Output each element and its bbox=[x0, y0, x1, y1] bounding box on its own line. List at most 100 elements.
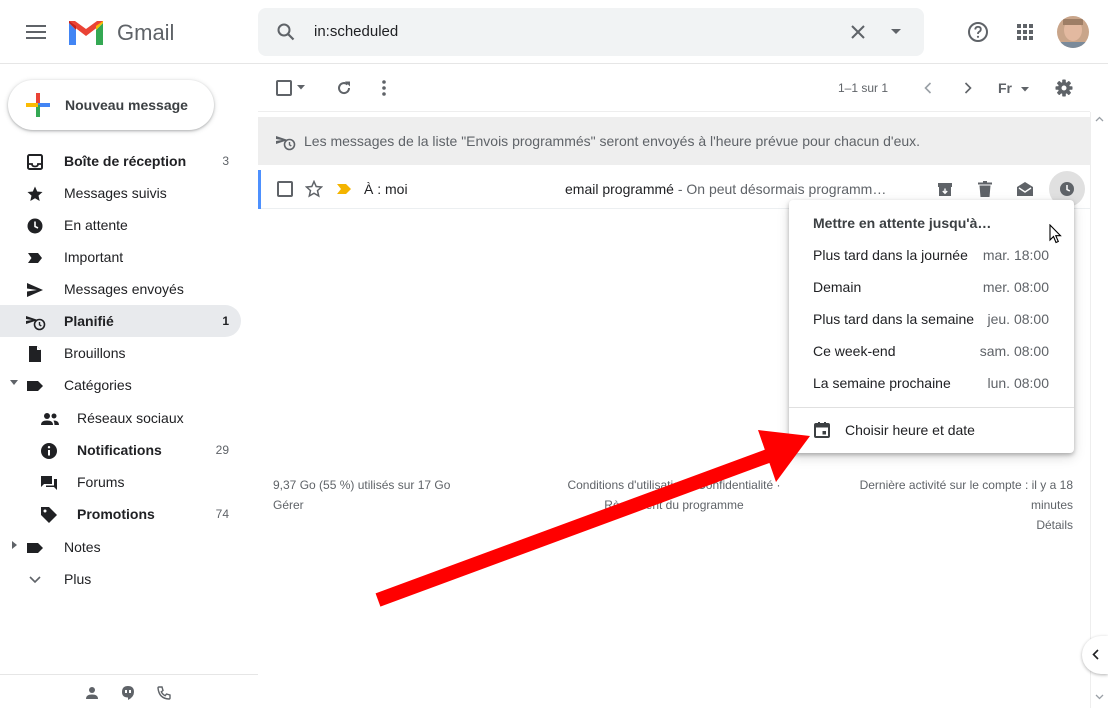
forum-icon bbox=[40, 474, 58, 492]
snooze-option-later-today[interactable]: Plus tard dans la journée mar. 18:00 bbox=[789, 240, 1074, 272]
sidebar-item-inbox[interactable]: Boîte de réception 3 bbox=[0, 145, 241, 177]
scheduled-info-banner: Les messages de la liste "Envois program… bbox=[258, 117, 1090, 165]
menu-divider bbox=[789, 407, 1074, 408]
snooze-option-later-week[interactable]: Plus tard dans la semaine jeu. 08:00 bbox=[789, 304, 1074, 336]
snooze-option-tomorrow[interactable]: Demain mer. 08:00 bbox=[789, 272, 1074, 304]
search-bar[interactable]: in:scheduled bbox=[258, 8, 924, 56]
sidebar-item-starred[interactable]: Messages suivis bbox=[0, 177, 241, 209]
star-outline-icon[interactable] bbox=[305, 180, 323, 198]
sidebar-item-scheduled[interactable]: Planifié 1 bbox=[0, 305, 241, 337]
main-menu-icon[interactable] bbox=[24, 20, 48, 44]
sidebar-item-notes[interactable]: Notes bbox=[0, 531, 241, 563]
label-icon bbox=[26, 539, 44, 557]
info-icon bbox=[40, 442, 58, 460]
footer-activity: Dernière activité sur le compte : il y a… bbox=[840, 475, 1073, 535]
settings-gear-icon[interactable] bbox=[1054, 78, 1074, 98]
snooze-option-time: jeu. 08:00 bbox=[987, 311, 1050, 327]
message-recipient: À : moi bbox=[364, 181, 408, 197]
chevron-left-icon[interactable] bbox=[918, 78, 938, 98]
scroll-up-icon[interactable] bbox=[1095, 116, 1104, 122]
sidebar-item-label: Catégories bbox=[64, 377, 132, 393]
sidebar-item-count: 1 bbox=[222, 314, 229, 328]
clock-icon bbox=[26, 217, 44, 235]
refresh-icon[interactable] bbox=[334, 78, 354, 98]
input-tools-language[interactable]: Fr bbox=[998, 80, 1012, 96]
scroll-down-icon[interactable] bbox=[1095, 694, 1104, 700]
annotation-arrow bbox=[360, 420, 820, 620]
search-icon[interactable] bbox=[274, 20, 298, 44]
sidebar-item-count: 3 bbox=[222, 154, 229, 168]
snooze-option-weekend[interactable]: Ce week-end sam. 08:00 bbox=[789, 336, 1074, 368]
snooze-option-next-week[interactable]: La semaine prochaine lun. 08:00 bbox=[789, 368, 1074, 400]
send-icon bbox=[26, 281, 44, 299]
sidebar-item-label: En attente bbox=[64, 217, 128, 233]
caret-right-icon[interactable] bbox=[12, 541, 18, 549]
sidebar-item-notifications[interactable]: Notifications 29 bbox=[0, 434, 241, 466]
language-dropdown-icon[interactable] bbox=[1020, 84, 1030, 94]
label-icon bbox=[26, 377, 44, 395]
clear-search-icon[interactable] bbox=[846, 20, 870, 44]
snooze-option-label: Plus tard dans la journée bbox=[813, 247, 968, 263]
snooze-option-time: mer. 08:00 bbox=[982, 279, 1049, 295]
hangouts-icon[interactable] bbox=[118, 683, 138, 703]
help-icon[interactable] bbox=[966, 20, 990, 44]
phone-icon[interactable] bbox=[154, 683, 174, 703]
side-panel-toggle[interactable] bbox=[1082, 636, 1108, 674]
sidebar-item-label: Messages envoyés bbox=[64, 281, 184, 297]
sidebar-footer bbox=[0, 674, 258, 708]
search-options-icon[interactable] bbox=[884, 20, 908, 44]
main-scrollbar[interactable] bbox=[1090, 112, 1108, 708]
sidebar-item-count: 29 bbox=[215, 443, 229, 457]
star-icon bbox=[26, 185, 44, 203]
more-vert-icon[interactable] bbox=[374, 78, 394, 98]
apps-grid-icon[interactable] bbox=[1013, 20, 1037, 44]
plus-icon bbox=[25, 92, 51, 118]
sidebar-item-promotions[interactable]: Promotions 74 bbox=[0, 498, 241, 530]
sidebar-item-important[interactable]: Important bbox=[0, 241, 241, 273]
compose-button[interactable]: Nouveau message bbox=[8, 80, 214, 130]
sidebar-item-label: Important bbox=[64, 249, 124, 265]
last-activity-text: Dernière activité sur le compte : il y a… bbox=[859, 478, 1073, 492]
chevron-left-icon bbox=[1092, 649, 1099, 660]
scheduled-send-icon bbox=[26, 313, 46, 331]
important-icon bbox=[26, 249, 44, 267]
mark-read-icon[interactable] bbox=[1015, 179, 1035, 199]
sidebar-item-label: Plus bbox=[64, 571, 92, 587]
compose-label: Nouveau message bbox=[65, 97, 188, 113]
gmail-logo-icon[interactable] bbox=[66, 18, 106, 48]
snooze-option-time: mar. 18:00 bbox=[982, 247, 1049, 263]
custom-date-label: Choisir heure et date bbox=[845, 422, 975, 438]
contacts-icon[interactable] bbox=[82, 683, 102, 703]
sidebar-item-sent[interactable]: Messages envoyés bbox=[0, 273, 241, 305]
sidebar-item-more[interactable]: Plus bbox=[0, 563, 241, 595]
sidebar-item-label: Promotions bbox=[77, 506, 155, 522]
caret-down-icon[interactable] bbox=[10, 380, 18, 386]
snooze-option-time: sam. 08:00 bbox=[979, 343, 1049, 359]
select-dropdown-icon[interactable] bbox=[296, 82, 306, 92]
banner-text: Les messages de la liste "Envois program… bbox=[304, 133, 921, 149]
sidebar-item-snoozed[interactable]: En attente bbox=[0, 209, 241, 241]
sidebar-item-label: Boîte de réception bbox=[64, 153, 187, 169]
important-marker-icon[interactable] bbox=[335, 182, 353, 196]
avatar[interactable] bbox=[1056, 15, 1090, 49]
tag-icon bbox=[40, 506, 58, 524]
sidebar-item-social[interactable]: Réseaux sociaux bbox=[0, 402, 241, 434]
message-subject: email programmé bbox=[565, 181, 674, 197]
archive-icon[interactable] bbox=[935, 179, 955, 199]
mouse-cursor-icon bbox=[1049, 224, 1063, 244]
sidebar-item-forums[interactable]: Forums bbox=[0, 466, 241, 498]
chevron-right-icon[interactable] bbox=[958, 78, 978, 98]
select-all-checkbox[interactable] bbox=[274, 78, 294, 98]
snooze-option-custom[interactable]: Choisir heure et date bbox=[789, 414, 1074, 448]
draft-icon bbox=[26, 345, 44, 363]
sidebar-item-count: 74 bbox=[215, 507, 229, 521]
sidebar-item-categories[interactable]: Catégories bbox=[0, 369, 241, 401]
sidebar-item-drafts[interactable]: Brouillons bbox=[0, 337, 241, 369]
sidebar-item-label: Forums bbox=[77, 474, 125, 490]
row-checkbox[interactable] bbox=[276, 180, 294, 198]
search-input[interactable]: in:scheduled bbox=[314, 23, 398, 40]
message-snippet: - On peut désormais programm… bbox=[673, 181, 887, 197]
message-subject-line: email programmé - On peut désormais prog… bbox=[565, 181, 886, 197]
delete-icon[interactable] bbox=[975, 179, 995, 199]
details-link[interactable]: Détails bbox=[840, 515, 1073, 535]
